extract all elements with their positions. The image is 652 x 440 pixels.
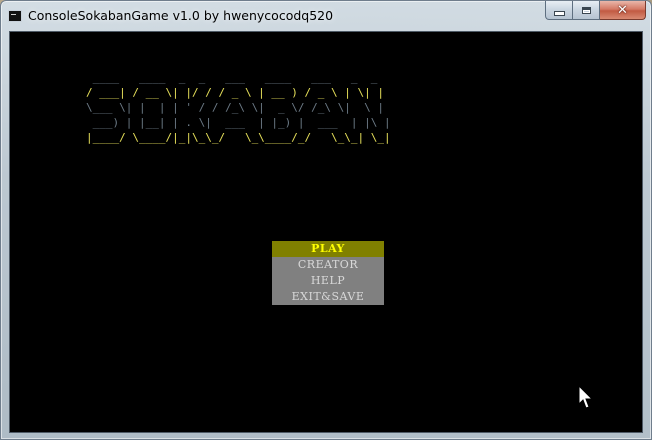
title-bar[interactable]: ConsoleSokabanGame v1.0 by hwenycocodq52… bbox=[1, 1, 651, 31]
minimize-button[interactable] bbox=[545, 1, 573, 20]
window-title: ConsoleSokabanGame v1.0 by hwenycocodq52… bbox=[28, 8, 334, 23]
minimize-icon bbox=[553, 10, 565, 16]
menu-item-exit-save[interactable]: EXIT&SAVE bbox=[272, 289, 384, 305]
menu-item-help[interactable]: HELP bbox=[272, 273, 384, 289]
logo-line-4: ___) | |__| | . \| ___ | |_) | ___ | |\ … bbox=[86, 116, 391, 129]
console-area[interactable]: ____ ____ _ _ ___ ____ ___ _ _ / ___| / … bbox=[9, 31, 643, 433]
maximize-icon bbox=[581, 6, 591, 14]
sokoban-logo: ____ ____ _ _ ___ ____ ___ _ _ / ___| / … bbox=[86, 70, 391, 145]
caption-buttons: ✕ bbox=[545, 1, 646, 21]
logo-line-3: \___ \| | | | ' / / /_\ \| _ \/ /_\ \| \… bbox=[86, 101, 385, 114]
logo-line-1: ____ ____ _ _ ___ ____ ___ _ _ bbox=[86, 71, 385, 84]
logo-line-2: / ___| / __ \| |/ / / _ \ | __ ) / _ \ |… bbox=[86, 86, 385, 99]
main-menu: PLAY CREATOR HELP EXIT&SAVE bbox=[272, 241, 384, 305]
menu-item-creator[interactable]: CREATOR bbox=[272, 257, 384, 273]
console-window: ConsoleSokabanGame v1.0 by hwenycocodq52… bbox=[0, 0, 652, 440]
logo-line-5: |____/ \____/|_|\_\_/ \_\____/_/ \_\_| \… bbox=[86, 131, 391, 144]
console-app-icon[interactable] bbox=[8, 10, 22, 22]
close-button[interactable]: ✕ bbox=[600, 1, 646, 20]
mouse-pointer-icon bbox=[578, 385, 594, 409]
maximize-button[interactable] bbox=[573, 1, 600, 20]
menu-item-play[interactable]: PLAY bbox=[272, 241, 384, 257]
close-icon: ✕ bbox=[617, 2, 628, 18]
